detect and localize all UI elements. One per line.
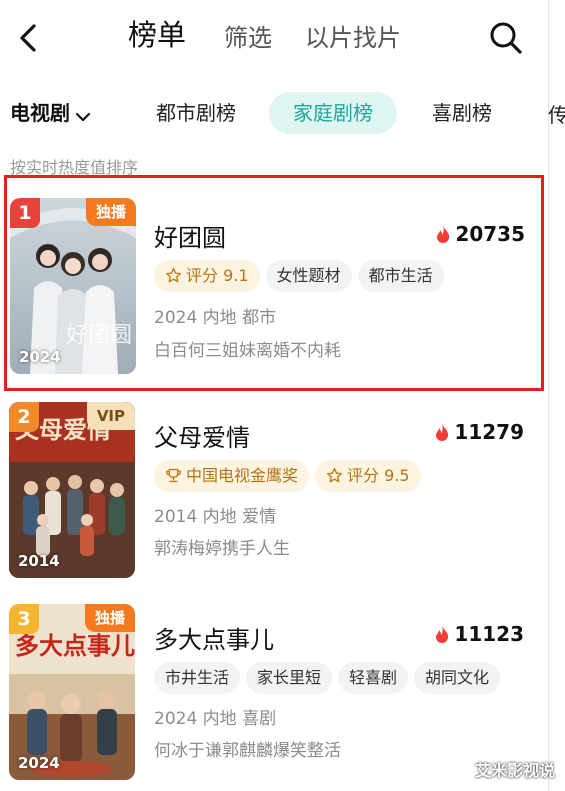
- genre-tag: 胡同文化: [414, 662, 501, 694]
- category-dropdown[interactable]: 电视剧: [10, 98, 91, 130]
- rating-tag: 评分 9.1: [154, 260, 260, 292]
- tab-rankings[interactable]: 榜单: [128, 16, 186, 54]
- heat-score: 11123: [434, 622, 524, 649]
- category-row: 电视剧 都市剧榜 家庭剧榜 喜剧榜 传: [0, 88, 565, 138]
- rank-badge: 3: [9, 604, 39, 634]
- poster-year: 2014: [18, 552, 60, 570]
- poster: 父母爱情 2 VIP 2014: [9, 402, 135, 578]
- heat-value: 11123: [454, 622, 524, 646]
- heat-score: 20735: [435, 222, 525, 249]
- award-tag: 中国电视金鹰奖: [154, 460, 310, 495]
- poster-year: 2024: [18, 754, 60, 772]
- rating-tag: 评分 9.5: [315, 460, 421, 492]
- show-meta: 2024 内地 喜剧: [154, 709, 277, 729]
- svg-text:好团圆: 好团圆: [66, 323, 132, 348]
- list-item[interactable]: 父母爱情 2 VIP 2014 父母爱情 11279 中国电视金鹰奖 评分 9.5…: [0, 382, 548, 578]
- genre-tag: 市井生活: [154, 662, 241, 694]
- rank-badge: 2: [9, 402, 39, 432]
- category-dropdown-label: 电视剧: [10, 101, 70, 125]
- rank-badge: 1: [10, 198, 40, 228]
- tag-list: 中国电视金鹰奖 评分 9.5: [154, 460, 427, 492]
- back-button[interactable]: [14, 20, 44, 56]
- star-icon: [165, 263, 182, 295]
- show-meta: 2024 内地 都市: [154, 308, 277, 328]
- list-item[interactable]: 多大点事儿 3 独播 2024 多大点事儿 11123 市井生活 家长里短 轻喜剧胡…: [0, 584, 548, 780]
- heat-value: 11279: [454, 420, 524, 444]
- flame-icon: [434, 624, 450, 649]
- search-button[interactable]: [488, 20, 524, 56]
- star-icon: [326, 463, 343, 495]
- exclusive-badge: 独播: [84, 604, 135, 632]
- show-description: 郭涛梅婷携手人生: [154, 539, 290, 559]
- exclusive-badge: 独播: [85, 198, 136, 226]
- heat-score: 11279: [434, 420, 524, 447]
- chevron-left-icon: [20, 24, 36, 52]
- poster-year: 2024: [19, 348, 61, 366]
- tab-overflow-partial[interactable]: 传: [548, 102, 565, 128]
- flame-icon: [435, 224, 451, 249]
- tab-urban-drama[interactable]: 都市剧榜: [156, 92, 236, 134]
- list-item[interactable]: 好团圆 1 独播 2024 好团圆 20735 评分 9.1 女性题材 都市生活 2…: [4, 175, 544, 391]
- watermark: 艾米影视说: [474, 761, 555, 780]
- poster: 好团圆 1 独播 2024: [10, 198, 136, 374]
- genre-tag: 都市生活: [357, 260, 444, 292]
- svg-text:多大点事儿: 多大点事儿: [15, 631, 135, 660]
- show-meta: 2014 内地 爱情: [154, 507, 277, 527]
- flame-icon: [434, 422, 450, 447]
- tab-family-drama[interactable]: 家庭剧榜: [269, 92, 397, 134]
- show-description: 何冰于谦郭麒麟爆笑整活: [154, 741, 341, 761]
- genre-tag: 家长里短: [246, 662, 333, 694]
- search-icon: [490, 22, 522, 54]
- heat-value: 20735: [455, 222, 525, 246]
- tab-find-by-movie[interactable]: 以片找片: [305, 19, 401, 57]
- show-title: 多大点事儿: [154, 626, 274, 654]
- tag-list: 市井生活 家长里短 轻喜剧 胡同文化: [154, 662, 506, 694]
- tab-filter[interactable]: 筛选: [224, 19, 272, 57]
- top-nav: 榜单 筛选 以片找片: [0, 0, 565, 76]
- trophy-icon: [165, 463, 182, 495]
- tab-comedy[interactable]: 喜剧榜: [432, 92, 492, 134]
- poster: 多大点事儿 3 独播 2024: [9, 604, 135, 780]
- show-title: 好团圆: [154, 224, 226, 252]
- tag-list: 评分 9.1 女性题材 都市生活: [154, 260, 450, 292]
- genre-tag: 女性题材: [265, 260, 352, 292]
- chevron-down-icon: [75, 100, 91, 130]
- show-title: 父母爱情: [154, 424, 250, 452]
- sort-hint: 按实时热度值排序: [10, 158, 139, 177]
- vip-badge: VIP: [86, 402, 135, 430]
- genre-tag: 轻喜剧: [338, 662, 409, 694]
- show-description: 白百何三姐妹离婚不内耗: [154, 341, 341, 361]
